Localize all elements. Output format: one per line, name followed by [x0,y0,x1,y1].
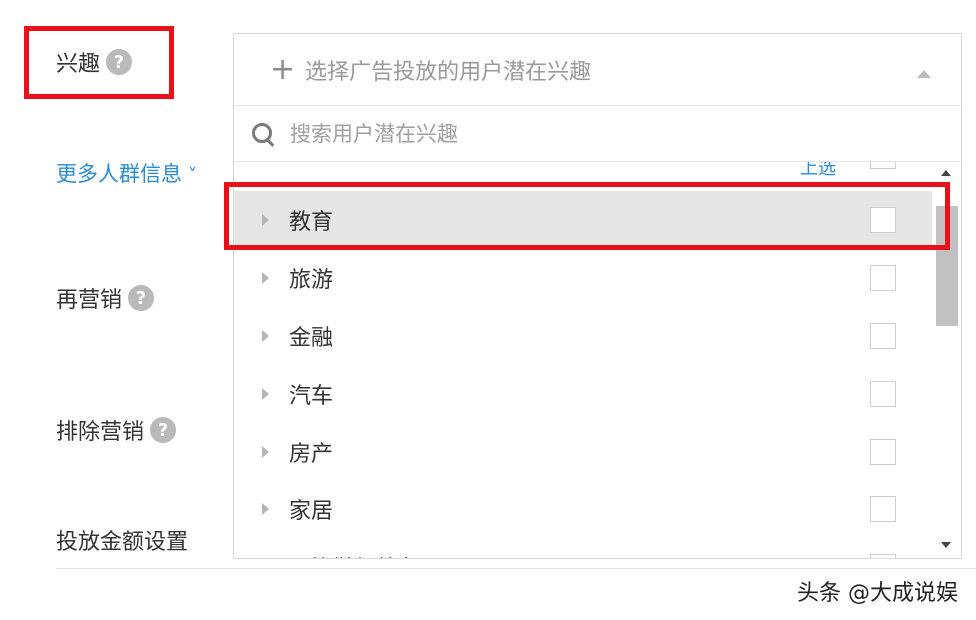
plus-icon: + [270,51,296,87]
scroll-up-arrow-icon[interactable] [941,170,951,176]
watermark: 头条 @大成说娱 [797,581,958,606]
triangle-right-icon[interactable] [262,272,269,284]
interest-list-scrollbar[interactable] [932,162,961,558]
chevron-down-icon: ˅ [188,165,197,186]
checkbox[interactable] [870,439,896,465]
caret-up-icon[interactable] [917,70,931,78]
triangle-right-icon[interactable] [262,503,269,515]
amount-settings-label-text: 投放金额设置 [56,530,189,555]
checkbox[interactable] [870,323,896,349]
interest-list: 上选 教育 旅游 金融 汽车 房产 家居 [234,162,932,558]
list-item-label: 金融 [289,326,334,351]
amount-settings-label: 投放金额设置 [56,524,188,556]
list-item-education[interactable]: 教育 [234,191,932,249]
list-item-label: 旅游 [289,268,334,293]
interest-label-text: 兴趣 [56,52,101,77]
triangle-right-icon[interactable] [262,214,269,226]
more-audience-link-text: 更多人群信息 [56,162,182,186]
list-item-label: 教育 [289,210,334,235]
exclude-marketing-label: 排除营销 ? [56,414,177,446]
interest-search [234,106,961,162]
question-circle-icon[interactable]: ? [128,285,155,311]
interest-picker-trigger[interactable]: + 选择广告投放的用户潜在兴趣 [234,34,961,106]
search-icon [250,121,276,147]
checkbox[interactable] [870,207,896,233]
checkbox[interactable] [870,496,896,522]
remarketing-label-text: 再营销 [56,288,123,313]
interest-picker-placeholder: 选择广告投放的用户潜在兴趣 [305,59,592,85]
list-item-home[interactable]: 家居 [234,480,932,538]
list-item-auto[interactable]: 汽车 [234,365,932,423]
list-item-travel[interactable]: 旅游 [234,249,932,307]
checkbox[interactable] [870,162,896,169]
more-audience-link[interactable]: 更多人群信息 ˅ [56,158,197,188]
checkbox[interactable] [870,265,896,291]
interest-picker: + 选择广告投放的用户潜在兴趣 上选 教育 旅游 金融 汽车 [233,33,962,559]
checkbox[interactable] [870,554,896,558]
interest-search-input[interactable] [288,120,892,147]
remarketing-label: 再营销 ? [56,282,155,314]
list-item-label: 房产 [289,442,334,467]
triangle-right-icon[interactable] [262,446,269,458]
interest-label: 兴趣 ? [56,46,133,78]
scroll-down-arrow-icon[interactable] [941,542,951,548]
list-item-label: 服饰鞋帽箱包 [289,551,421,558]
question-circle-icon[interactable]: ? [106,49,133,75]
exclude-marketing-label-text: 排除营销 [56,420,145,445]
list-item-label: 家居 [289,499,334,524]
triangle-right-icon[interactable] [262,330,269,342]
checkbox[interactable] [870,381,896,407]
list-item-real-estate[interactable]: 房产 [234,423,932,481]
list-item-apparel[interactable]: 服饰鞋帽箱包 [234,538,932,558]
question-circle-icon[interactable]: ? [150,417,177,443]
scroll-thumb[interactable] [936,206,958,326]
triangle-right-icon[interactable] [262,388,269,400]
list-item-label: 汽车 [289,384,334,409]
list-item-partial-top: 上选 [234,162,932,179]
list-item-finance[interactable]: 金融 [234,307,932,365]
divider [56,568,976,569]
partial-link-text: 上选 [800,162,836,179]
